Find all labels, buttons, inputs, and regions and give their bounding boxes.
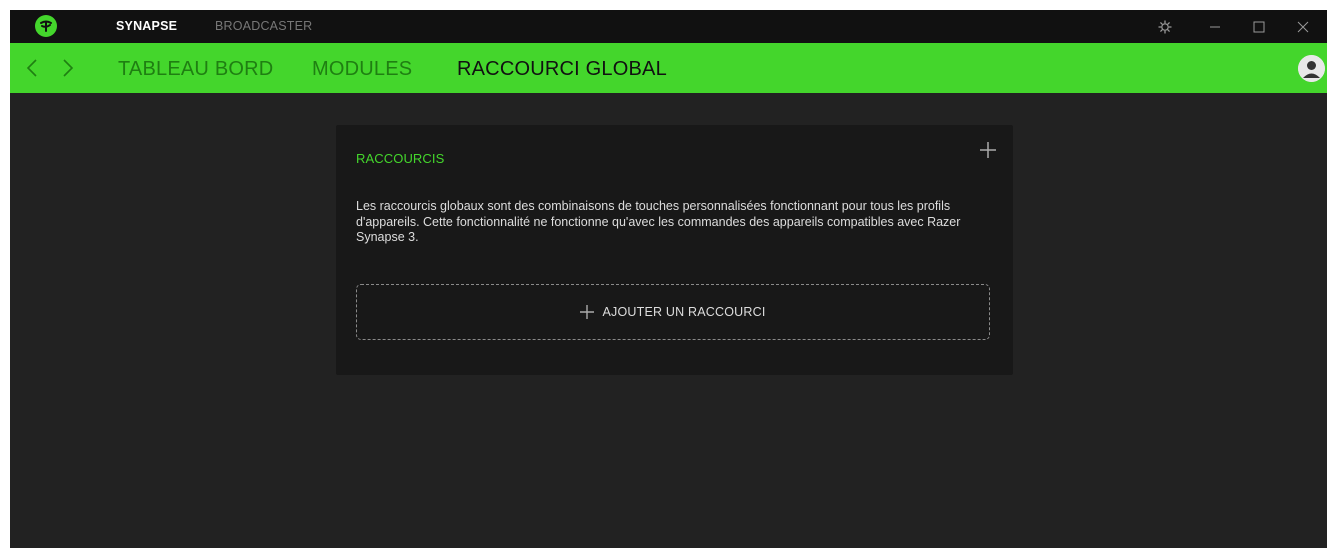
minimize-icon[interactable] <box>1193 10 1237 43</box>
close-icon[interactable] <box>1281 10 1325 43</box>
tab-modules[interactable]: MODULES <box>312 43 412 93</box>
add-shortcut-label: AJOUTER UN RACCOURCI <box>602 305 766 319</box>
tab-tableau-bord[interactable]: TABLEAU BORD <box>118 43 273 93</box>
title-bar: SYNAPSE BROADCASTER <box>10 10 1327 43</box>
plus-icon[interactable] <box>977 139 999 161</box>
chevron-right-icon[interactable] <box>56 56 80 80</box>
chevron-left-icon[interactable] <box>20 56 44 80</box>
nav-bar: TABLEAU BORD MODULES RACCOURCI GLOBAL <box>10 43 1327 93</box>
settings-gear-icon[interactable] <box>1143 10 1187 43</box>
app-window: SYNAPSE BROADCASTER TABLEAU BORD MODULES… <box>10 10 1327 548</box>
app-tab-synapse[interactable]: SYNAPSE <box>116 10 177 43</box>
plus-icon <box>580 305 595 319</box>
add-shortcut-button[interactable]: AJOUTER UN RACCOURCI <box>356 284 990 340</box>
shortcuts-card: RACCOURCIS Les raccourcis globaux sont d… <box>336 125 1013 375</box>
tab-raccourci-global[interactable]: RACCOURCI GLOBAL <box>457 43 667 93</box>
maximize-icon[interactable] <box>1237 10 1281 43</box>
app-tab-broadcaster[interactable]: BROADCASTER <box>215 10 312 43</box>
card-description: Les raccourcis globaux sont des combinai… <box>356 199 961 244</box>
razer-logo-icon[interactable] <box>35 15 57 37</box>
user-avatar-icon[interactable] <box>1298 55 1325 82</box>
card-title: RACCOURCIS <box>356 151 445 166</box>
